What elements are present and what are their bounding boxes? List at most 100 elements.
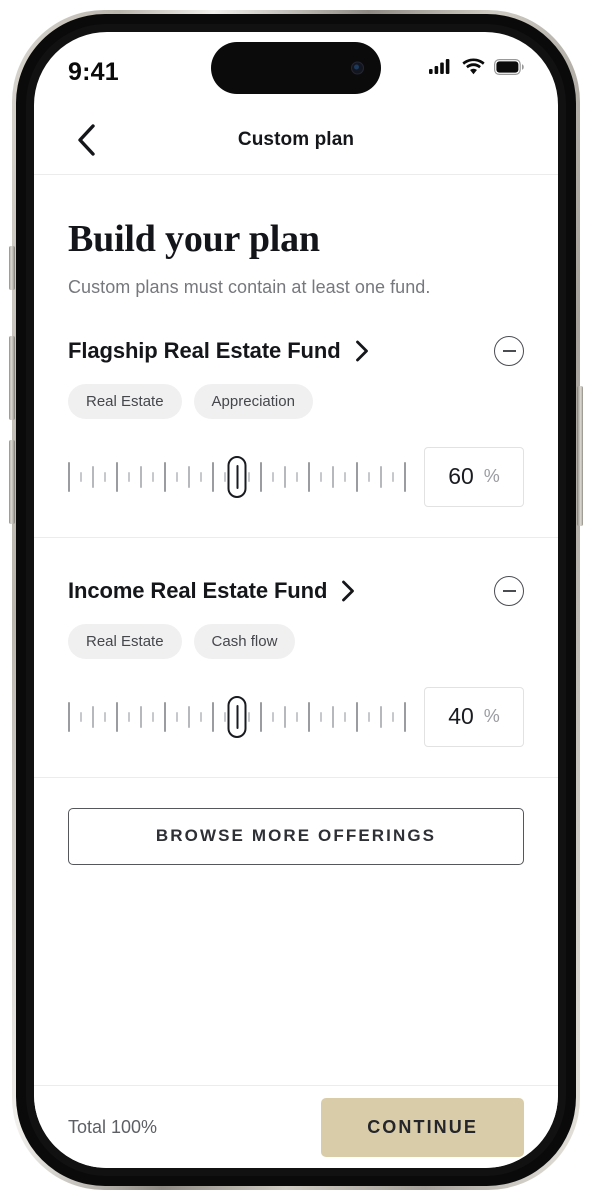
slider-tick xyxy=(152,471,154,482)
slider-tick xyxy=(164,461,166,492)
slider-tick xyxy=(404,701,406,732)
slider-tick xyxy=(368,711,370,722)
fund-detail-link[interactable]: Flagship Real Estate Fund xyxy=(68,338,369,364)
status-bar-time: 9:41 xyxy=(68,57,119,86)
allocation-slider[interactable] xyxy=(68,694,406,740)
slider-tick xyxy=(164,701,166,732)
slider-tick xyxy=(344,711,346,722)
slider-tick xyxy=(332,465,334,488)
chevron-left-icon xyxy=(78,124,95,156)
slider-tick xyxy=(176,711,178,722)
slider-tick xyxy=(380,465,382,488)
scroll-content: Build your plan Custom plans must contai… xyxy=(34,175,558,1085)
slider-tick xyxy=(320,711,322,722)
slider-tick xyxy=(296,471,298,482)
percent-symbol: % xyxy=(483,466,500,487)
volume-down-button[interactable] xyxy=(9,440,15,524)
minus-circle-icon xyxy=(502,349,516,352)
slider-tick xyxy=(320,471,322,482)
page-title: Custom plan xyxy=(237,129,355,150)
fund-header: Income Real Estate Fund xyxy=(68,575,524,606)
slider-tick xyxy=(260,701,262,732)
browse-section: BROWSE MORE OFFERINGS xyxy=(34,778,558,865)
allocation-value: 40 xyxy=(448,703,474,730)
fund-name: Flagship Real Estate Fund xyxy=(68,337,341,363)
slider-tick xyxy=(308,461,310,492)
slider-tick xyxy=(152,711,154,722)
slider-tick xyxy=(248,471,250,482)
fund-card: Flagship Real Estate Fund Real Estate Ap… xyxy=(34,298,558,538)
hero-subtitle: Custom plans must contain at least one f… xyxy=(68,276,431,297)
slider-tick xyxy=(212,701,214,732)
slider-tick xyxy=(200,471,202,482)
slider-tick xyxy=(104,471,106,482)
battery-icon xyxy=(494,58,524,75)
slider-tick xyxy=(272,711,274,722)
fund-card: Income Real Estate Fund Real Estate Cash… xyxy=(34,538,558,778)
fund-tags: Real Estate Appreciation xyxy=(68,383,524,419)
fund-name: Income Real Estate Fund xyxy=(68,577,328,603)
slider-tick xyxy=(284,705,286,728)
slider-tick xyxy=(128,711,130,722)
browse-more-offerings-button[interactable]: BROWSE MORE OFFERINGS xyxy=(68,807,524,865)
allocation-slider[interactable] xyxy=(68,454,406,500)
phone-screen: 9:41 Custom plan Build your plan Custom … xyxy=(34,32,558,1168)
fund-detail-link[interactable]: Income Real Estate Fund xyxy=(68,578,355,604)
slider-tick xyxy=(68,461,70,492)
slider-tick xyxy=(140,465,142,488)
slider-tick xyxy=(248,711,250,722)
remove-fund-button[interactable] xyxy=(494,335,524,366)
signal-bars-icon xyxy=(429,59,450,74)
slider-tick xyxy=(392,711,394,722)
power-button[interactable] xyxy=(577,386,583,526)
slider-tick xyxy=(392,471,394,482)
action-button[interactable] xyxy=(9,246,15,290)
allocation-input[interactable]: 60 % xyxy=(424,446,524,507)
slider-tick xyxy=(404,461,406,492)
hero-title: Build your plan xyxy=(68,218,320,260)
status-bar-indicators xyxy=(429,58,524,75)
slider-tick xyxy=(284,465,286,488)
slider-tick xyxy=(344,471,346,482)
slider-thumb[interactable] xyxy=(227,695,247,738)
fund-tag: Real Estate xyxy=(68,623,182,659)
status-bar: 9:41 xyxy=(34,32,558,106)
slider-tick xyxy=(296,711,298,722)
slider-tick xyxy=(176,471,178,482)
allocation-input[interactable]: 40 % xyxy=(424,686,524,747)
slider-tick xyxy=(356,461,358,492)
slider-tick xyxy=(272,471,274,482)
continue-button[interactable]: CONTINUE xyxy=(321,1097,524,1157)
slider-tick xyxy=(116,701,118,732)
hero-section: Build your plan Custom plans must contai… xyxy=(34,175,558,298)
percent-symbol: % xyxy=(483,706,500,727)
back-button[interactable] xyxy=(66,120,106,160)
slider-tick xyxy=(332,705,334,728)
slider-tick xyxy=(308,701,310,732)
front-camera-icon xyxy=(351,61,364,75)
slider-thumb[interactable] xyxy=(227,455,247,498)
fund-tags: Real Estate Cash flow xyxy=(68,623,524,659)
slider-tick xyxy=(104,711,106,722)
remove-fund-button[interactable] xyxy=(494,575,524,606)
allocation-row: 60 % xyxy=(68,446,524,507)
slider-tick xyxy=(80,711,82,722)
fund-header: Flagship Real Estate Fund xyxy=(68,335,524,366)
slider-tick xyxy=(380,705,382,728)
fund-tag: Real Estate xyxy=(68,383,182,419)
slider-tick xyxy=(80,471,82,482)
total-allocation-label: Total 100% xyxy=(68,1116,158,1137)
volume-up-button[interactable] xyxy=(9,336,15,420)
slider-tick xyxy=(224,471,226,482)
slider-tick xyxy=(68,701,70,732)
slider-tick xyxy=(356,701,358,732)
chevron-right-icon xyxy=(355,340,368,362)
footer-bar: Total 100% CONTINUE xyxy=(34,1085,558,1168)
dynamic-island xyxy=(211,42,381,94)
fund-tag: Appreciation xyxy=(193,383,313,419)
slider-tick xyxy=(368,471,370,482)
slider-tick xyxy=(92,705,94,728)
allocation-row: 40 % xyxy=(68,686,524,747)
slider-tick xyxy=(128,471,130,482)
slider-tick xyxy=(260,461,262,492)
